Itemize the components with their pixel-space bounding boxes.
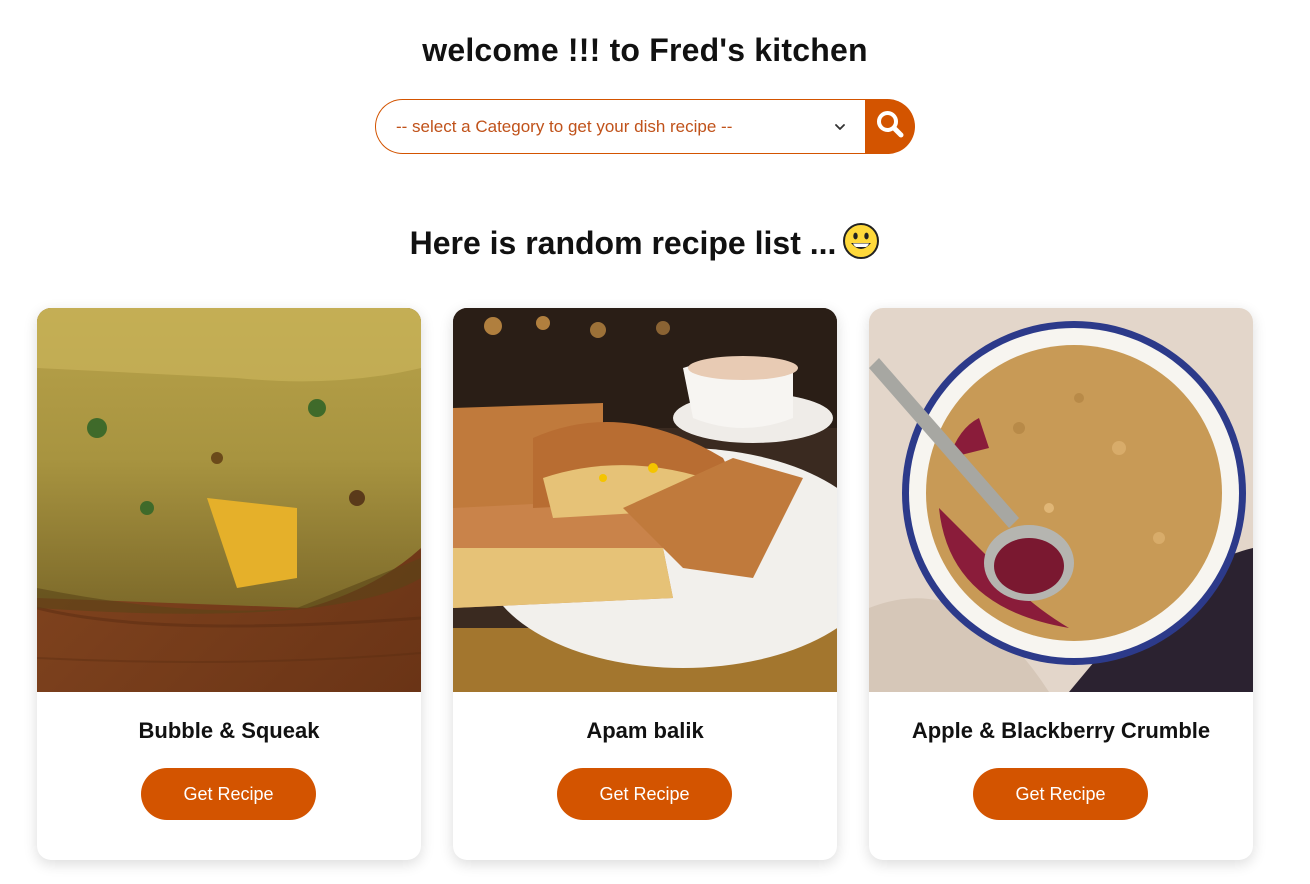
recipe-card: Apple & Blackberry Crumble Get Recipe [869,308,1253,860]
search-button[interactable] [865,99,915,154]
category-select-value: -- select a Category to get your dish re… [396,116,733,136]
recipe-list: Bubble & Squeak Get Recipe Apam balik Ge… [37,308,1253,860]
recipe-card: Bubble & Squeak Get Recipe [37,308,421,860]
random-recipes-heading-text: Here is random recipe list ... [409,225,837,261]
get-recipe-button[interactable]: Get Recipe [141,768,316,820]
page-title: welcome !!! to Fred's kitchen [422,32,868,68]
random-recipes-heading: Here is random recipe list ... [0,222,1290,268]
chevron-down-icon [833,120,847,134]
recipe-title: Bubble & Squeak [138,718,320,743]
crumble-photo [869,308,1253,692]
grinning-face-icon [842,222,880,268]
get-recipe-button[interactable]: Get Recipe [557,768,732,820]
get-recipe-button[interactable]: Get Recipe [973,768,1148,820]
recipe-title: Apple & Blackberry Crumble [911,718,1211,743]
category-search-bar: -- select a Category to get your dish re… [375,99,915,154]
bubble-and-squeak-photo [37,308,421,692]
search-icon [875,109,905,144]
recipe-card: Apam balik Get Recipe [453,308,837,860]
page: welcome !!! to Fred's kitchen -- select … [0,0,1310,884]
category-select[interactable]: -- select a Category to get your dish re… [375,99,865,154]
apam-balik-photo [453,308,837,692]
recipe-title: Apam balik [586,718,704,743]
